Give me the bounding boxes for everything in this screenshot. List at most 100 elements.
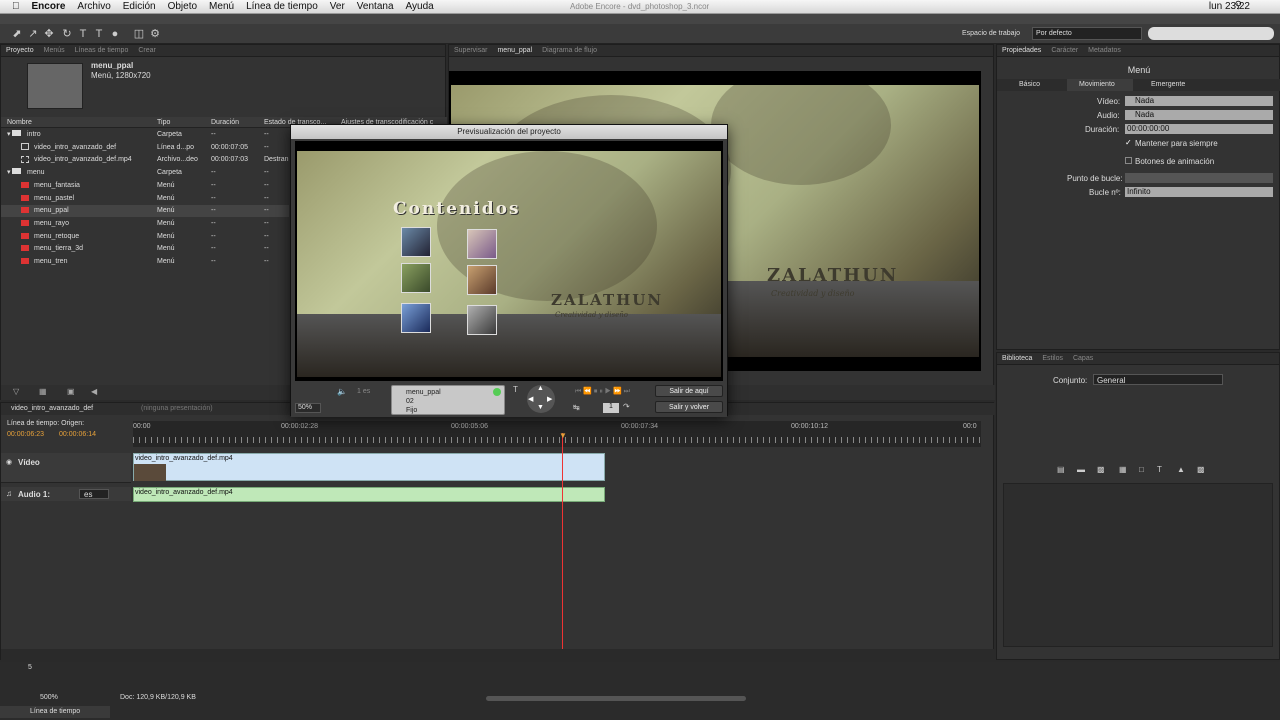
dpad-down-icon[interactable]: ▼ [537, 404, 544, 411]
clock[interactable]: lun 23:22 [1209, 1, 1250, 12]
menu-menu[interactable]: Menú [203, 1, 240, 12]
menu-thumb-1[interactable] [401, 227, 431, 257]
spotlight-icon[interactable]: ⚲ [1235, 0, 1242, 11]
tab-caracter[interactable]: Carácter [1046, 47, 1083, 54]
timecode-current[interactable]: 00:00:06:23 [7, 431, 44, 438]
menu-thumb-2[interactable] [467, 229, 497, 259]
tab-metadatos[interactable]: Metadatos [1083, 47, 1126, 54]
duration-field[interactable]: 00:00:00:00 [1125, 124, 1273, 134]
project-row[interactable]: menu_ppal Menú -- -- [1, 205, 289, 218]
project-row[interactable]: ▾ intro Carpeta -- -- [1, 129, 289, 141]
subtab-movimiento[interactable]: Movimiento [1067, 79, 1133, 91]
project-row[interactable]: video_intro_avanzado_def.mp4 Archivo...de… [1, 154, 289, 166]
tab-proyecto[interactable]: Proyecto [1, 47, 39, 54]
tab-capas[interactable]: Capas [1068, 355, 1098, 362]
library-image-icon[interactable]: ▩ [1097, 465, 1105, 474]
timeline-ruler[interactable]: 00:00 00:00:02:28 00:00:05:06 00:00:07:3… [133, 421, 981, 447]
video-field[interactable]: Nada [1125, 96, 1273, 106]
project-row[interactable]: video_intro_avanzado_def Línea d...po 00:0… [1, 142, 289, 154]
project-row[interactable]: menu_tren Menú -- -- [1, 256, 289, 268]
dpad-up-icon[interactable]: ▲ [537, 385, 544, 392]
delete-icon[interactable]: ▣ [67, 387, 75, 396]
library-item-icon[interactable]: ▤ [1057, 465, 1065, 474]
preview-zoom-select[interactable]: 50% [295, 403, 321, 413]
col-tipo[interactable]: Tipo [157, 119, 170, 126]
help-search-input[interactable] [1148, 27, 1274, 40]
tab-biblioteca[interactable]: Biblioteca [997, 355, 1037, 362]
playhead-handle-icon[interactable]: ▼ [559, 431, 567, 440]
rotate-tool-icon[interactable]: ↻ [60, 27, 74, 41]
library-button-icon[interactable]: ▬ [1077, 465, 1085, 474]
preview-icon[interactable]: ◫ [132, 27, 146, 41]
anim-buttons-checkbox[interactable] [1125, 157, 1132, 164]
subtab-emergente[interactable]: Emergente [1151, 81, 1185, 88]
language-select[interactable]: 1 es [357, 388, 370, 395]
volume-icon[interactable]: 🔈 [337, 387, 347, 396]
preview-canvas[interactable]: Contenidos ZALATHUN Creatividad y diseño [295, 141, 723, 381]
filter-icon[interactable]: ▽ [13, 387, 19, 396]
library-text-icon[interactable]: T [1157, 465, 1162, 474]
subtab-basico[interactable]: Básico [1019, 81, 1040, 88]
workspace-select[interactable]: Por defecto [1032, 27, 1142, 40]
library-pattern-icon[interactable]: ▦ [1119, 465, 1127, 474]
library-shape-icon[interactable]: ▲ [1177, 465, 1185, 474]
menu-app[interactable]: Encore [26, 1, 72, 12]
move-tool-icon[interactable]: ✥ [42, 27, 56, 41]
loop-point-field[interactable] [1125, 173, 1273, 183]
tab-linea-tiempo-bottom[interactable]: Línea de tiempo [0, 706, 110, 718]
project-row[interactable]: menu_tierra_3d Menú -- -- [1, 243, 289, 255]
set-select[interactable]: General [1093, 374, 1223, 385]
transport-icons[interactable]: ⏮ ⏪ ⏹ ⏸ ▶ ⏩ ⏭ [575, 387, 630, 396]
speaker-icon[interactable]: ♫ [6, 489, 12, 498]
dpad-right-icon[interactable]: ▶ [547, 395, 552, 403]
new-item-icon[interactable]: ▦ [39, 387, 47, 396]
direct-select-icon[interactable]: ↗ [26, 27, 40, 41]
timeline-name[interactable]: video_intro_avanzado_def [11, 405, 93, 412]
playhead[interactable] [562, 433, 563, 651]
title-button-icon[interactable]: T [513, 385, 518, 394]
menu-ayuda[interactable]: Ayuda [400, 1, 440, 12]
tab-crear[interactable]: Crear [133, 47, 161, 54]
loop-n-select[interactable]: Infinito [1125, 187, 1273, 197]
tab-menu-ppal[interactable]: menu_ppal [492, 47, 537, 54]
library-folder-icon[interactable]: □ [1139, 465, 1144, 474]
exit-here-button[interactable]: Salir de aquí [655, 385, 723, 397]
project-row[interactable]: menu_rayo Menú -- -- [1, 218, 289, 230]
audio-field[interactable]: Nada [1125, 110, 1273, 120]
render-icon[interactable]: ⚙ [148, 27, 162, 41]
menu-ver[interactable]: Ver [324, 1, 351, 12]
text-tool-icon[interactable]: T [76, 27, 90, 41]
go-icon[interactable]: ↷ [623, 402, 630, 411]
tab-menus[interactable]: Menús [39, 47, 70, 54]
timeline-scrollbar[interactable] [1, 649, 995, 660]
menu-edicion[interactable]: Edición [117, 1, 162, 12]
library-content[interactable] [1003, 483, 1273, 647]
tab-supervisar[interactable]: Supervisar [449, 47, 492, 54]
menu-archivo[interactable]: Archivo [71, 1, 116, 12]
zoom-tool-icon[interactable]: ● [108, 27, 122, 41]
status-zoom[interactable]: 500% [40, 694, 58, 701]
project-row[interactable]: menu_pastel Menú -- -- [1, 193, 289, 205]
audio-clip[interactable]: video_intro_avanzado_def.mp4 [133, 487, 605, 502]
scroll-left-icon[interactable]: ◀ [91, 387, 97, 396]
apple-icon[interactable]:  [0, 1, 26, 12]
project-row[interactable]: menu_retoque Menú -- -- [1, 231, 289, 243]
timecode-origin[interactable]: 00:00:06:14 [59, 431, 96, 438]
project-row[interactable]: ▾ menu Carpeta -- -- [1, 167, 289, 179]
menu-thumb-6[interactable] [467, 305, 497, 335]
keep-forever-checkbox[interactable]: ✓ [1125, 138, 1132, 147]
menu-thumb-3[interactable] [401, 263, 431, 293]
menu-thumb-4[interactable] [467, 265, 497, 295]
tab-diagrama-flujo[interactable]: Diagrama de flujo [537, 47, 602, 54]
bottom-scrollbar[interactable] [486, 696, 746, 701]
tab-propiedades[interactable]: Propiedades [997, 47, 1046, 54]
exit-return-button[interactable]: Salir y volver [655, 401, 723, 413]
tab-lineas-tiempo[interactable]: Líneas de tiempo [70, 47, 134, 54]
audio-lang-select[interactable]: es [79, 489, 109, 499]
col-nombre[interactable]: Nombre [7, 119, 32, 126]
menu-objeto[interactable]: Objeto [162, 1, 203, 12]
selection-tool-icon[interactable]: ⬈ [10, 27, 24, 41]
col-duracion[interactable]: Duración [211, 119, 239, 126]
tab-estilos[interactable]: Estilos [1037, 355, 1068, 362]
video-track-eye-icon[interactable]: ◉ [6, 458, 12, 466]
